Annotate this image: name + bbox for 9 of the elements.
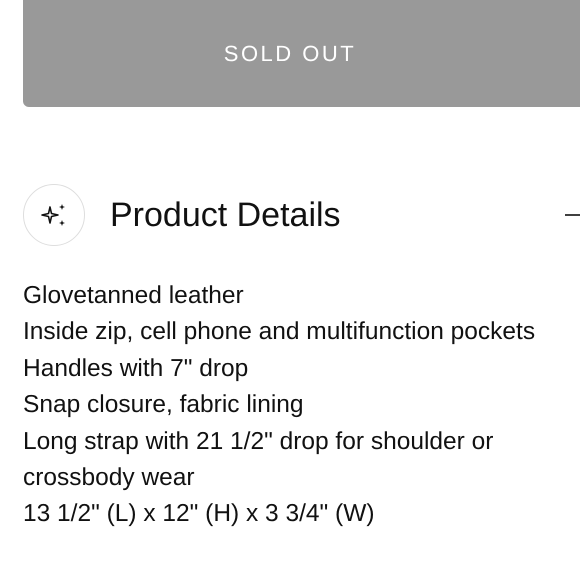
detail-line: Glovetanned leather <box>23 281 245 311</box>
detail-line: Snap closure, fabric lining <box>23 390 305 420</box>
detail-line: 13 1/2" (L) x 12" (H) x 3 3/4" (W) <box>23 499 376 530</box>
minus-icon[interactable] <box>565 213 580 217</box>
detail-line: Long strap with 21 1/2" drop for shoulder or crossbody wear <box>23 426 494 494</box>
section-title: Product Details <box>110 196 342 234</box>
sparkle-icon <box>41 202 67 228</box>
detail-line: Handles with 7" drop <box>23 354 250 384</box>
detail-line: Inside zip, cell phone and multifunction pockets <box>23 317 536 348</box>
